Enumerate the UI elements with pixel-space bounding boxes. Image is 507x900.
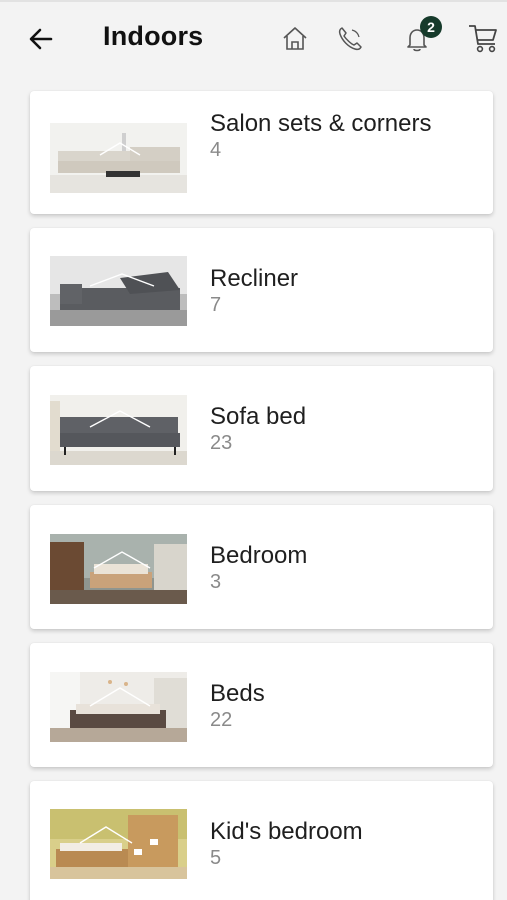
category-text: Kid's bedroom 5 [210, 817, 480, 870]
notifications-button[interactable]: 2 [400, 16, 442, 56]
category-text: Beds 22 [210, 679, 480, 732]
call-button[interactable] [333, 22, 367, 56]
category-card-recliner[interactable]: Recliner 7 [30, 228, 493, 352]
back-button[interactable] [26, 24, 56, 54]
back-arrow-icon [29, 28, 53, 50]
home-icon [283, 27, 307, 50]
category-name: Beds [210, 680, 265, 707]
category-card-bedroom[interactable]: Bedroom 3 [30, 505, 493, 629]
cart-icon [469, 25, 497, 53]
category-card-sofa-bed[interactable]: Sofa bed 23 [30, 366, 493, 491]
category-card-beds[interactable]: Beds 22 [30, 643, 493, 767]
category-count: 23 [210, 432, 233, 454]
category-text: Recliner 7 [210, 264, 480, 317]
category-text: Bedroom 3 [210, 541, 480, 594]
category-count: 7 [210, 294, 222, 316]
notification-badge: 2 [420, 16, 442, 38]
app-screen: Indoors 2 Salon sets & corners 4 Recline… [0, 0, 507, 900]
category-text: Salon sets & corners 4 [210, 109, 480, 162]
page-title: Indoors [103, 21, 204, 51]
category-name: Sofa bed [210, 403, 307, 430]
category-name: Recliner [210, 265, 299, 292]
category-name: Kid's bedroom [210, 818, 363, 845]
category-name: Salon sets & corners [210, 110, 432, 137]
bed-photo [50, 672, 187, 742]
salon-corner-sofa-photo [50, 123, 187, 193]
category-text: Sofa bed 23 [210, 402, 480, 455]
category-card-salon-sets[interactable]: Salon sets & corners 4 [30, 91, 493, 214]
category-card-kids-bedroom[interactable]: Kid's bedroom 5 [30, 781, 493, 900]
category-count: 4 [210, 139, 222, 161]
kids-bedroom-photo [50, 809, 187, 879]
category-count: 3 [210, 571, 222, 593]
recliner-sofa-photo [50, 256, 187, 326]
category-count: 22 [210, 709, 233, 731]
category-list: Salon sets & corners 4 Recliner 7 Sofa b… [30, 91, 493, 900]
home-button[interactable] [278, 22, 312, 56]
phone-icon [338, 27, 362, 51]
bedroom-set-photo [50, 534, 187, 604]
top-app-bar: Indoors 2 [0, 0, 507, 78]
category-count: 5 [210, 847, 222, 869]
cart-button[interactable] [466, 22, 500, 56]
category-name: Bedroom [210, 542, 308, 569]
sofa-bed-photo [50, 395, 187, 465]
